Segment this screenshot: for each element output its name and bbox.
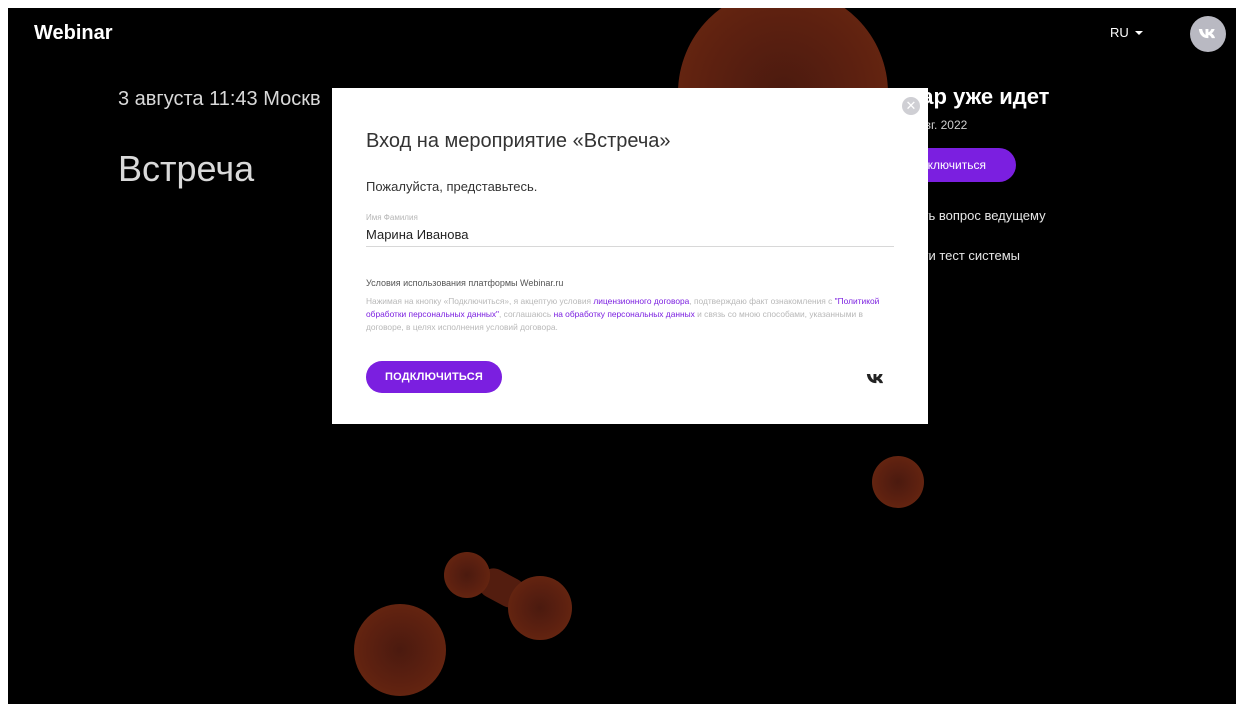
vk-login-button[interactable]: [866, 372, 886, 390]
decorative-blob: [872, 456, 924, 508]
vk-account-button[interactable]: [1190, 16, 1226, 52]
language-label: RU: [1110, 25, 1129, 40]
decorative-blob: [354, 604, 446, 696]
login-modal: ✕ Вход на мероприятие «Встреча» Пожалуйс…: [332, 88, 928, 424]
vk-icon: [1198, 29, 1216, 39]
data-processing-link[interactable]: на обработку персональных данных: [554, 309, 695, 319]
decorative-blob: [508, 576, 572, 640]
join-button[interactable]: ПОДКЛЮЧИТЬСЯ: [366, 361, 502, 393]
language-selector[interactable]: RU: [1110, 25, 1143, 40]
terms-text-part: , подтверждаю факт ознакомления с: [689, 296, 835, 306]
brand-logo[interactable]: Webinar: [34, 22, 113, 45]
close-icon[interactable]: ✕: [902, 97, 920, 115]
terms-text-part: , соглашаюсь: [499, 309, 554, 319]
terms-text-part: Нажимая на кнопку «Подключиться», я акце…: [366, 296, 594, 306]
event-page: Webinar RU 3 августа 11:43 Москв Встреча…: [8, 8, 1236, 704]
live-status-heading: нар уже идет: [908, 84, 1050, 109]
vk-icon: [866, 374, 884, 384]
modal-intro: Пожалуйста, представьтесь.: [366, 179, 538, 194]
terms-title: Условия использования платформы Webinar.…: [366, 278, 564, 288]
license-agreement-link[interactable]: лицензионного договора: [593, 296, 689, 306]
name-input[interactable]: [366, 222, 894, 247]
modal-title: Вход на мероприятие «Встреча»: [366, 130, 671, 152]
name-field-label: Имя Фамилия: [366, 213, 418, 222]
terms-text: Нажимая на кнопку «Подключиться», я акце…: [366, 295, 886, 334]
ask-question-link[interactable]: дать вопрос ведущему: [908, 208, 1046, 223]
event-title: Встреча: [118, 148, 255, 189]
event-date: 3 августа 11:43 Москв: [118, 88, 321, 110]
caret-down-icon: [1134, 30, 1143, 35]
top-bar: Webinar RU: [8, 8, 1236, 60]
decorative-blob: [444, 552, 490, 598]
